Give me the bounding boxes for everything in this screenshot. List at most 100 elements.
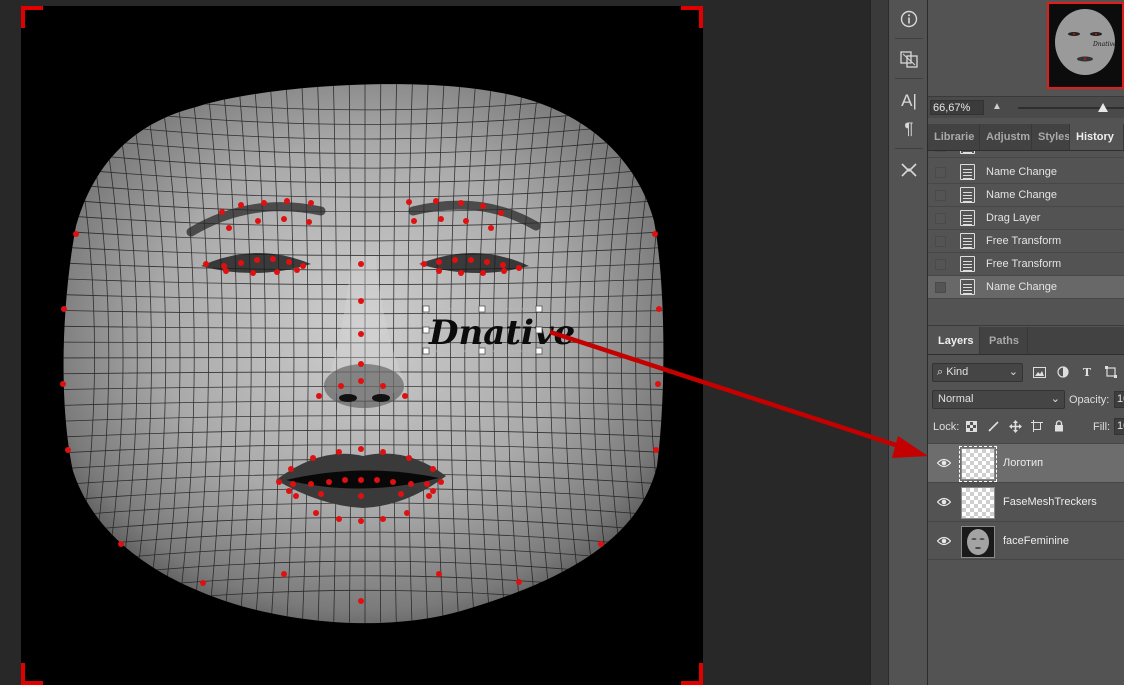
history-row[interactable]: Free Transform <box>928 253 1124 276</box>
tracker-dot <box>390 479 396 485</box>
tools-icon[interactable] <box>896 157 922 183</box>
crop-corner-bottom-left[interactable] <box>21 663 43 685</box>
tracker-dot <box>316 393 322 399</box>
filter-pixel-icon[interactable] <box>1032 365 1046 379</box>
tab-styles[interactable]: Styles <box>1032 124 1070 150</box>
history-checkbox[interactable] <box>935 212 946 224</box>
character-icon[interactable]: A| <box>896 88 922 114</box>
tracker-dot <box>60 381 66 387</box>
tracker-dot <box>436 259 442 265</box>
tracker-dot <box>656 306 662 312</box>
history-row[interactable]: Drag Layer <box>928 207 1124 230</box>
paragraph-icon[interactable]: ¶ <box>896 116 922 142</box>
tracker-dot <box>293 493 299 499</box>
layer-row-mesh-trackers[interactable]: FaseMeshTreckers <box>928 482 1124 521</box>
tab-adjustments[interactable]: Adjustm <box>980 124 1032 150</box>
document-state-icon <box>960 164 975 180</box>
layer-name[interactable]: FaseMeshTreckers <box>1003 496 1097 508</box>
history-checkbox[interactable] <box>935 166 946 178</box>
chevron-down-icon: ⌄ <box>1050 393 1060 405</box>
tracker-dot <box>358 298 364 304</box>
transform-handle[interactable] <box>478 347 486 355</box>
tracker-dot <box>488 225 494 231</box>
history-checkbox[interactable] <box>935 189 946 201</box>
tracker-dot <box>358 446 364 452</box>
transform-handle[interactable] <box>422 305 430 313</box>
layer-name[interactable]: faceFeminine <box>1003 535 1069 547</box>
document-canvas[interactable]: Dnative <box>21 6 703 685</box>
lock-image-pixels-icon[interactable] <box>986 419 1000 433</box>
lock-artboard-icon[interactable] <box>1030 419 1044 433</box>
history-label: Name Change <box>986 166 1057 178</box>
filter-type-icon[interactable]: T <box>1080 365 1094 379</box>
tracker-dot <box>238 260 244 266</box>
filter-adjustment-icon[interactable] <box>1056 365 1070 379</box>
tab-history[interactable]: History <box>1070 124 1124 150</box>
history-row-selected[interactable]: Name Change <box>928 276 1124 299</box>
crop-corner-top-right[interactable] <box>681 6 703 28</box>
layer-filter-kind-select[interactable]: ⌕ Kind ⌄ <box>932 363 1023 382</box>
tracker-dot <box>458 270 464 276</box>
zoom-out-mountain-icon[interactable]: ▲ <box>992 101 1002 112</box>
tracker-dot <box>281 216 287 222</box>
blend-mode-select[interactable]: Normal ⌄ <box>932 390 1065 409</box>
tracker-dot <box>406 199 412 205</box>
tracker-dot <box>358 598 364 604</box>
document-state-icon <box>960 210 975 226</box>
crop-corner-bottom-right[interactable] <box>681 663 703 685</box>
visibility-eye-icon[interactable] <box>937 535 951 547</box>
tracker-dot <box>250 270 256 276</box>
history-checkbox[interactable] <box>935 281 946 293</box>
layer-row-face[interactable]: faceFeminine <box>928 521 1124 560</box>
fill-input[interactable]: 10 <box>1114 418 1124 435</box>
visibility-eye-icon[interactable] <box>937 457 951 469</box>
right-nostril <box>372 394 390 402</box>
canvas-scrollbar[interactable] <box>870 0 888 685</box>
zoom-slider-thumb[interactable] <box>1098 103 1108 112</box>
tracker-dot <box>652 231 658 237</box>
zoom-level-input[interactable]: 66,67% <box>930 100 984 115</box>
tracker-dot <box>484 259 490 265</box>
history-checkbox[interactable] <box>935 151 946 152</box>
tracker-dot <box>424 481 430 487</box>
history-checkbox[interactable] <box>935 258 946 270</box>
fill-label: Fill: <box>1093 421 1111 433</box>
navigator-zoom-row: 66,67% ▲ <box>928 96 1124 118</box>
filter-shape-icon[interactable] <box>1104 365 1118 379</box>
history-row-partial[interactable] <box>928 151 1124 158</box>
history-row[interactable]: Name Change <box>928 161 1124 184</box>
history-checkbox[interactable] <box>935 235 946 247</box>
visibility-eye-icon[interactable] <box>937 496 951 508</box>
transform-handle[interactable] <box>478 305 486 313</box>
transform-handle[interactable] <box>535 326 543 334</box>
navigator-thumbnail[interactable]: Dnative <box>1047 2 1124 89</box>
tab-libraries[interactable]: Librarie <box>928 124 980 150</box>
layer-thumbnail[interactable] <box>961 526 995 558</box>
logo-transform-box[interactable]: Dnative <box>422 305 575 355</box>
navigator-logo-thumb: Dnative <box>1092 41 1117 48</box>
tracker-dot <box>286 488 292 494</box>
opacity-input[interactable]: 10 <box>1114 391 1124 408</box>
navigator-icon[interactable] <box>896 46 922 72</box>
transform-handle[interactable] <box>422 326 430 334</box>
tab-paths[interactable]: Paths <box>980 327 1028 354</box>
history-row[interactable]: Free Transform <box>928 230 1124 253</box>
lock-position-icon[interactable] <box>1008 419 1022 433</box>
layer-row-logo[interactable]: Логотип <box>928 443 1124 482</box>
transform-handle[interactable] <box>535 347 543 355</box>
layer-thumbnail[interactable] <box>959 446 997 482</box>
tab-layers[interactable]: Layers <box>928 327 980 354</box>
zoom-slider-track[interactable] <box>1018 107 1124 109</box>
layer-name[interactable]: Логотип <box>1003 457 1043 469</box>
info-icon[interactable] <box>896 6 922 32</box>
lock-all-icon[interactable] <box>1052 419 1066 433</box>
tracker-dot <box>358 331 364 337</box>
lock-transparent-pixels-icon[interactable] <box>964 419 978 433</box>
history-row[interactable]: Name Change <box>928 184 1124 207</box>
layer-thumbnail[interactable] <box>961 487 995 519</box>
tracker-dot <box>374 477 380 483</box>
transform-handle[interactable] <box>422 347 430 355</box>
tracker-dot <box>463 218 469 224</box>
transform-handle[interactable] <box>535 305 543 313</box>
crop-corner-top-left[interactable] <box>21 6 43 28</box>
